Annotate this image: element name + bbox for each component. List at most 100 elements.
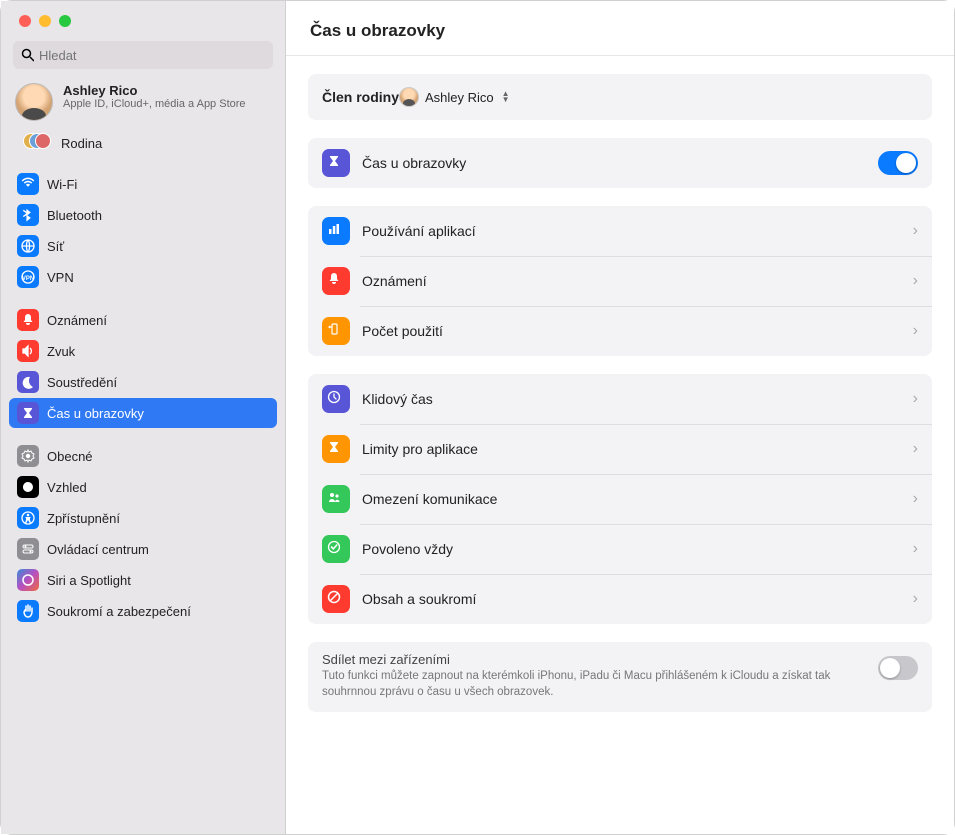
moon-icon [17,371,39,393]
close-button[interactable] [19,15,31,27]
row-label: Klidový čas [362,391,907,407]
row-label: Oznámení [362,273,907,289]
row-pickups[interactable]: Počet použití › [308,306,932,356]
screen-time-toggle-card: Čas u obrazovky [308,138,932,188]
hourglass-icon [17,402,39,424]
sidebar-item-label: Vzhled [47,480,87,495]
sidebar-item-label: Soustředění [47,375,117,390]
chevron-right-icon: › [913,440,918,458]
globe-icon [17,235,39,257]
row-label: Povoleno vždy [362,541,907,557]
sidebar-item-label: Oznámení [47,313,107,328]
chevron-right-icon: › [913,540,918,558]
sidebar-item-label: Ovládací centrum [47,542,149,557]
chevron-right-icon: › [913,390,918,408]
chevron-right-icon: › [913,490,918,508]
usage-card: Používání aplikací›Oznámení›Počet použit… [308,206,932,356]
row-check[interactable]: Povoleno vždy › [308,524,932,574]
sidebar-item-label: Soukromí a zabezpečení [47,604,191,619]
clock-icon [322,385,350,413]
limits-card: Klidový čas›Limity pro aplikace›Omezení … [308,374,932,624]
sidebar-item-bell[interactable]: Oznámení [9,305,277,335]
family-member-row[interactable]: Člen rodiny Ashley Rico ▲▼ [308,74,932,120]
hourglass-icon [322,149,350,177]
row-label: Obsah a soukromí [362,591,907,607]
bars-icon [322,217,350,245]
row-nosign[interactable]: Obsah a soukromí› [308,574,932,624]
sidebar-item-siri[interactable]: Siri a Spotlight [9,565,277,595]
row-bars[interactable]: Používání aplikací› [308,206,932,256]
sidebar-item-vpn[interactable]: VPN [9,262,277,292]
account-subtitle: Apple ID, iCloud+, média a App Store [63,98,246,112]
family-icon [23,133,51,153]
sidebar-item-label: Obecné [47,449,93,464]
people-icon [322,485,350,513]
bluetooth-icon [17,204,39,226]
sound-icon [17,340,39,362]
account-name: Ashley Rico [63,83,246,98]
bell-icon [322,267,350,295]
sidebar-item-globe[interactable]: Síť [9,231,277,261]
apple-id-row[interactable]: Ashley Rico Apple ID, iCloud+, média a A… [1,75,285,129]
family-member-card: Člen rodiny Ashley Rico ▲▼ [308,74,932,120]
hand-icon [17,600,39,622]
chevron-right-icon: › [913,322,918,340]
main-content: Čas u obrazovky Člen rodiny Ashley Rico … [286,1,954,834]
search-input[interactable] [39,48,265,63]
sidebar-item-wifi[interactable]: Wi-Fi [9,169,277,199]
family-member-selector[interactable]: Ashley Rico ▲▼ [399,87,514,107]
sidebar-item-switches[interactable]: Ovládací centrum [9,534,277,564]
row-clock[interactable]: Klidový čas › [308,374,932,424]
hourglass-icon [322,435,350,463]
nosign-icon [322,585,350,613]
wifi-icon [17,173,39,195]
search-icon [21,48,34,62]
chevron-right-icon: › [913,272,918,290]
family-label: Rodina [61,136,102,151]
row-people[interactable]: Omezení komunikace › [308,474,932,524]
sidebar-item-sound[interactable]: Zvuk [9,336,277,366]
sidebar-item-label: Siri a Spotlight [47,573,131,588]
sidebar-item-appearance[interactable]: Vzhled [9,472,277,502]
row-hourglass[interactable]: Limity pro aplikace › [308,424,932,474]
sidebar-item-bluetooth[interactable]: Bluetooth [9,200,277,230]
sidebar: Ashley Rico Apple ID, iCloud+, média a A… [1,1,286,834]
sidebar-item-label: VPN [47,270,74,285]
share-card: Sdílet mezi zařízeními Tuto funkci můžet… [308,642,932,712]
sidebar-item-moon[interactable]: Soustředění [9,367,277,397]
share-subtitle: Tuto funkci můžete zapnout na kterémkoli… [308,669,878,712]
vpn-icon [17,266,39,288]
maximize-button[interactable] [59,15,71,27]
row-label: Omezení komunikace [362,491,907,507]
dropdown-icon: ▲▼ [502,89,514,105]
switches-icon [17,538,39,560]
search-field[interactable] [13,41,273,69]
minimize-button[interactable] [39,15,51,27]
screen-time-toggle[interactable] [878,151,918,175]
family-member-label: Člen rodiny [322,89,399,105]
sidebar-item-label: Zvuk [47,344,75,359]
bell-icon [17,309,39,331]
sidebar-item-hourglass[interactable]: Čas u obrazovky [9,398,277,428]
sidebar-item-family[interactable]: Rodina [1,129,285,163]
row-label: Limity pro aplikace [362,441,907,457]
screen-time-toggle-row: Čas u obrazovky [308,138,932,188]
row-label: Počet použití [362,323,907,339]
share-title: Sdílet mezi zařízeními [308,642,878,669]
sidebar-item-label: Wi-Fi [47,177,77,192]
sidebar-item-hand[interactable]: Soukromí a zabezpečení [9,596,277,626]
window-controls [1,1,285,33]
row-bell[interactable]: Oznámení › [308,256,932,306]
family-member-selected: Ashley Rico [425,90,494,105]
sidebar-item-label: Čas u obrazovky [47,406,144,421]
row-label: Používání aplikací [362,223,907,239]
sidebar-item-gear[interactable]: Obecné [9,441,277,471]
appearance-icon [17,476,39,498]
sidebar-item-label: Bluetooth [47,208,102,223]
avatar-small [399,87,419,107]
siri-icon [17,569,39,591]
sidebar-item-access[interactable]: Zpřístupnění [9,503,277,533]
share-toggle[interactable] [878,656,918,680]
sidebar-item-label: Zpřístupnění [47,511,120,526]
page-title: Čas u obrazovky [286,1,954,56]
